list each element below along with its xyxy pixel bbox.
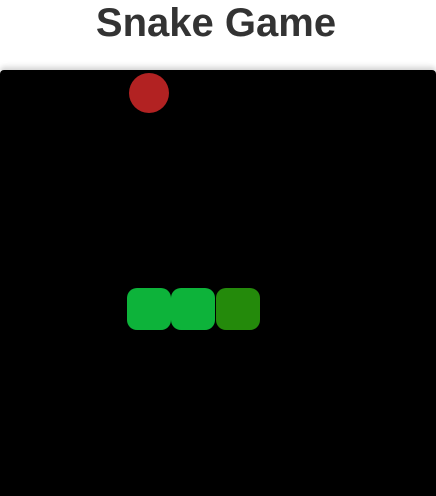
- food-apple: [129, 73, 169, 113]
- snake-body-segment: [127, 288, 171, 330]
- snake-body-segment: [171, 288, 215, 330]
- page-title: Snake Game: [95, 1, 337, 45]
- header: Snake Game: [0, 0, 436, 70]
- game-board[interactable]: [0, 70, 436, 496]
- snake-head: [216, 288, 260, 330]
